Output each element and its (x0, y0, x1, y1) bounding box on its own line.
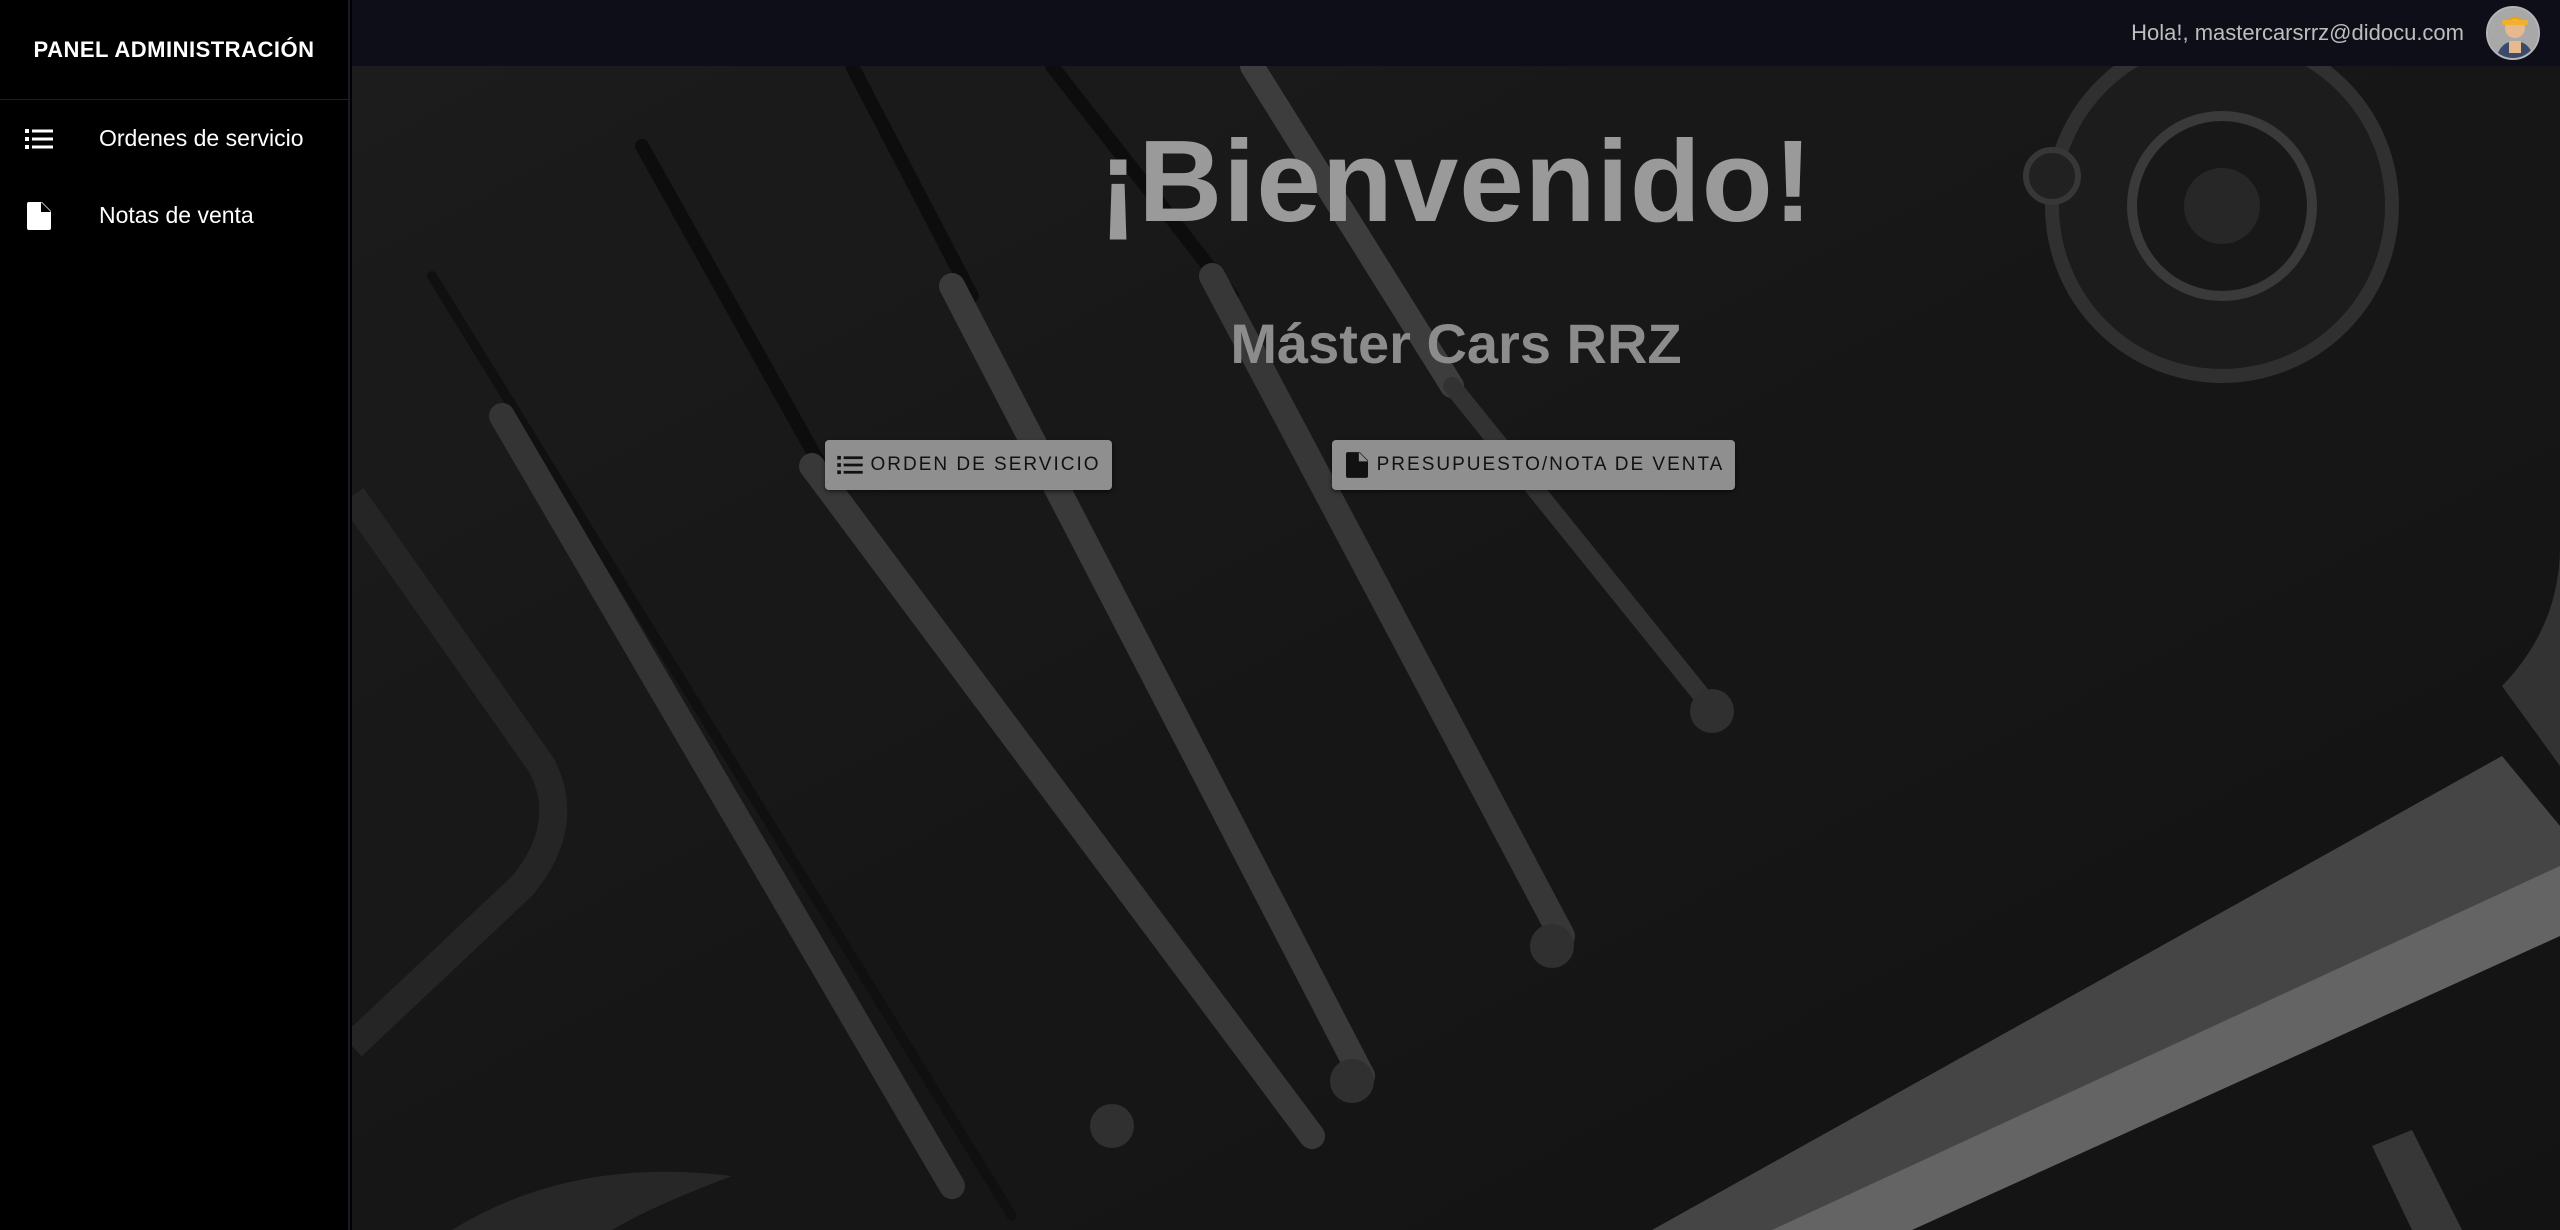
presupuesto-nota-de-venta-button-label: PRESUPUESTO/NOTA DE VENTA (1376, 454, 1725, 475)
avatar-icon (2488, 8, 2538, 58)
document-icon (1343, 451, 1371, 479)
hero-section: ¡Bienvenido! Máster Cars RRZ ORDEN DE SE… (352, 66, 2560, 1230)
welcome-title: ¡Bienvenido! (1098, 116, 1814, 246)
presupuesto-nota-de-venta-button[interactable]: PRESUPUESTO/NOTA DE VENTA (1332, 440, 1735, 490)
main-content: ¡Bienvenido! Máster Cars RRZ ORDEN DE SE… (352, 66, 2560, 1230)
sidebar-title: PANEL ADMINISTRACIÓN (0, 0, 348, 100)
list-icon (24, 124, 54, 154)
app-root: PANEL ADMINISTRACIÓN Ordenes de servicio (0, 0, 2560, 1230)
list-icon (836, 451, 864, 479)
sidebar-item-notas-de-venta[interactable]: Notas de venta (0, 177, 348, 254)
top-bar: Hola!, mastercarsrrz@didocu.com (352, 0, 2560, 66)
sidebar-item-label: Notas de venta (99, 202, 254, 228)
document-icon (24, 201, 54, 231)
sidebar-item-label: Ordenes de servicio (99, 125, 304, 151)
company-name: Máster Cars RRZ (1230, 312, 1682, 375)
sidebar: PANEL ADMINISTRACIÓN Ordenes de servicio (0, 0, 350, 1230)
orden-de-servicio-button[interactable]: ORDEN DE SERVICIO (825, 440, 1112, 490)
user-greeting: Hola!, mastercarsrrz@didocu.com (2131, 20, 2464, 45)
sidebar-item-ordenes-de-servicio[interactable]: Ordenes de servicio (0, 100, 348, 177)
orden-de-servicio-button-label: ORDEN DE SERVICIO (870, 454, 1101, 475)
user-avatar[interactable] (2486, 6, 2540, 60)
